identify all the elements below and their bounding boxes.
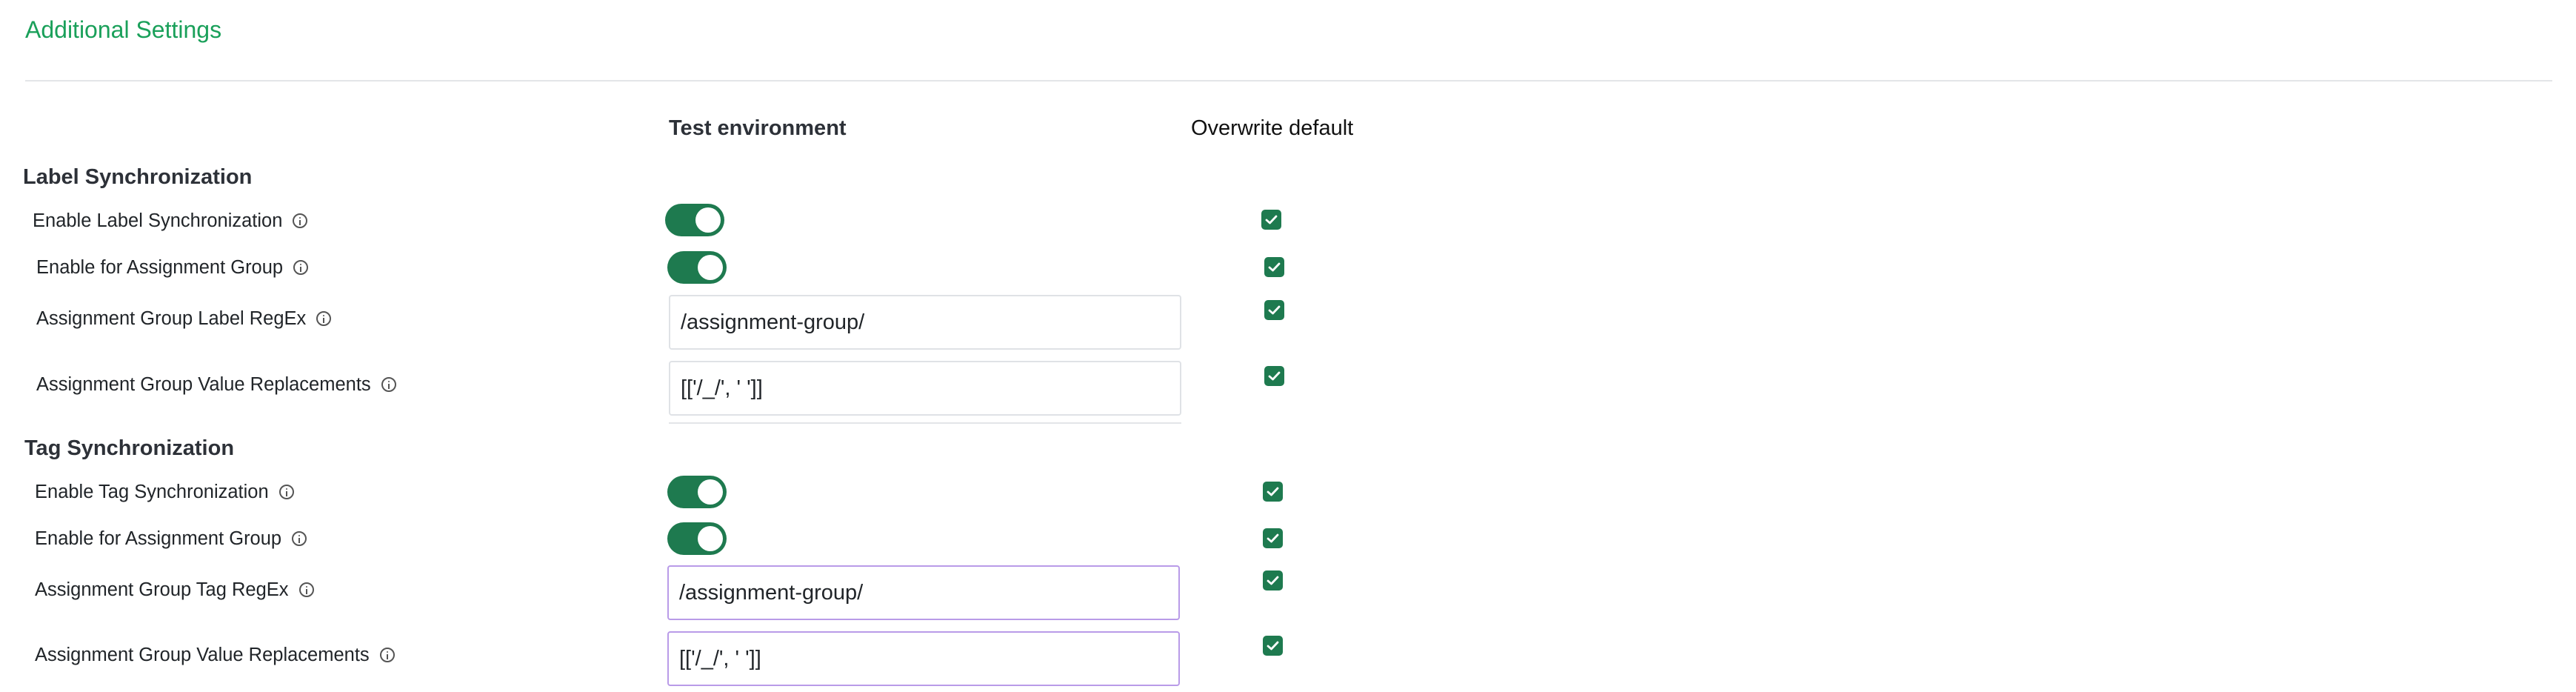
check-icon	[1268, 305, 1281, 315]
info-circle-icon[interactable]	[292, 531, 307, 546]
info-circle-icon[interactable]	[379, 648, 395, 662]
label-assignment-group-value-replacements-tag: Assignment Group Value Replacements	[35, 643, 395, 667]
checkbox-overwrite-tag-value-replacements[interactable]	[1263, 636, 1283, 656]
row-label-text: Assignment Group Tag RegEx	[35, 579, 289, 600]
toggle-knob	[698, 255, 723, 280]
info-circle-icon[interactable]	[278, 485, 294, 499]
checkbox-overwrite-enable-label-sync[interactable]	[1261, 210, 1281, 230]
check-icon	[1267, 576, 1279, 585]
input-assignment-group-tag-regex[interactable]	[667, 565, 1180, 620]
label-enable-label-sync: Enable Label Synchronization	[33, 209, 308, 233]
row-label-text: Assignment Group Value Replacements	[35, 644, 370, 665]
label-enable-tag-sync: Enable Tag Synchronization	[35, 480, 294, 504]
column-header-overwrite-default: Overwrite default	[1191, 116, 1354, 140]
toggle-enable-tag-sync[interactable]	[667, 476, 727, 508]
divider	[25, 80, 2552, 81]
row-label-text: Enable Label Synchronization	[33, 210, 283, 231]
toggle-enable-assignment-group-label[interactable]	[667, 251, 727, 284]
column-header-test-environment: Test environment	[669, 116, 847, 140]
input-underline	[669, 422, 1181, 424]
checkbox-overwrite-tag-regex[interactable]	[1263, 570, 1283, 590]
info-circle-icon[interactable]	[293, 213, 308, 228]
section-title-label-sync: Label Synchronization	[23, 165, 253, 189]
toggle-knob	[698, 526, 723, 551]
input-assignment-group-label-regex[interactable]	[669, 295, 1181, 350]
checkbox-overwrite-enable-tag-sync[interactable]	[1263, 482, 1283, 502]
input-assignment-group-value-replacements-label[interactable]	[669, 361, 1181, 416]
check-icon	[1267, 487, 1279, 496]
check-icon	[1267, 533, 1279, 543]
info-circle-icon[interactable]	[293, 260, 309, 275]
info-circle-icon[interactable]	[381, 377, 396, 392]
row-label-text: Assignment Group Label RegEx	[36, 307, 307, 329]
check-icon	[1265, 215, 1278, 224]
page-title: Additional Settings	[25, 16, 222, 43]
toggle-enable-assignment-group-tag[interactable]	[667, 522, 727, 555]
toggle-knob	[698, 479, 723, 505]
row-label-text: Enable for Assignment Group	[36, 256, 284, 278]
label-assignment-group-tag-regex: Assignment Group Tag RegEx	[35, 578, 314, 602]
checkbox-overwrite-label-regex[interactable]	[1264, 300, 1284, 320]
checkbox-overwrite-assignment-group-tag[interactable]	[1263, 528, 1283, 548]
check-icon	[1268, 371, 1281, 381]
check-icon	[1268, 262, 1281, 272]
info-circle-icon[interactable]	[316, 311, 332, 326]
row-label-text: Enable Tag Synchronization	[35, 481, 269, 502]
row-label-text: Enable for Assignment Group	[35, 528, 282, 549]
label-assignment-group-label-regex: Assignment Group Label RegEx	[36, 307, 332, 330]
toggle-knob	[695, 207, 721, 233]
section-title-tag-sync: Tag Synchronization	[24, 436, 235, 460]
checkbox-overwrite-label-value-replacements[interactable]	[1264, 366, 1284, 386]
info-circle-icon[interactable]	[298, 582, 314, 597]
toggle-enable-label-sync[interactable]	[665, 204, 724, 236]
row-label-text: Assignment Group Value Replacements	[36, 373, 371, 395]
label-enable-assignment-group-tag: Enable for Assignment Group	[35, 527, 307, 550]
label-enable-assignment-group-label: Enable for Assignment Group	[36, 256, 309, 279]
input-assignment-group-value-replacements-tag[interactable]	[667, 631, 1180, 686]
label-assignment-group-value-replacements-label: Assignment Group Value Replacements	[36, 373, 396, 396]
checkbox-overwrite-assignment-group-label[interactable]	[1264, 257, 1284, 277]
check-icon	[1267, 641, 1279, 651]
